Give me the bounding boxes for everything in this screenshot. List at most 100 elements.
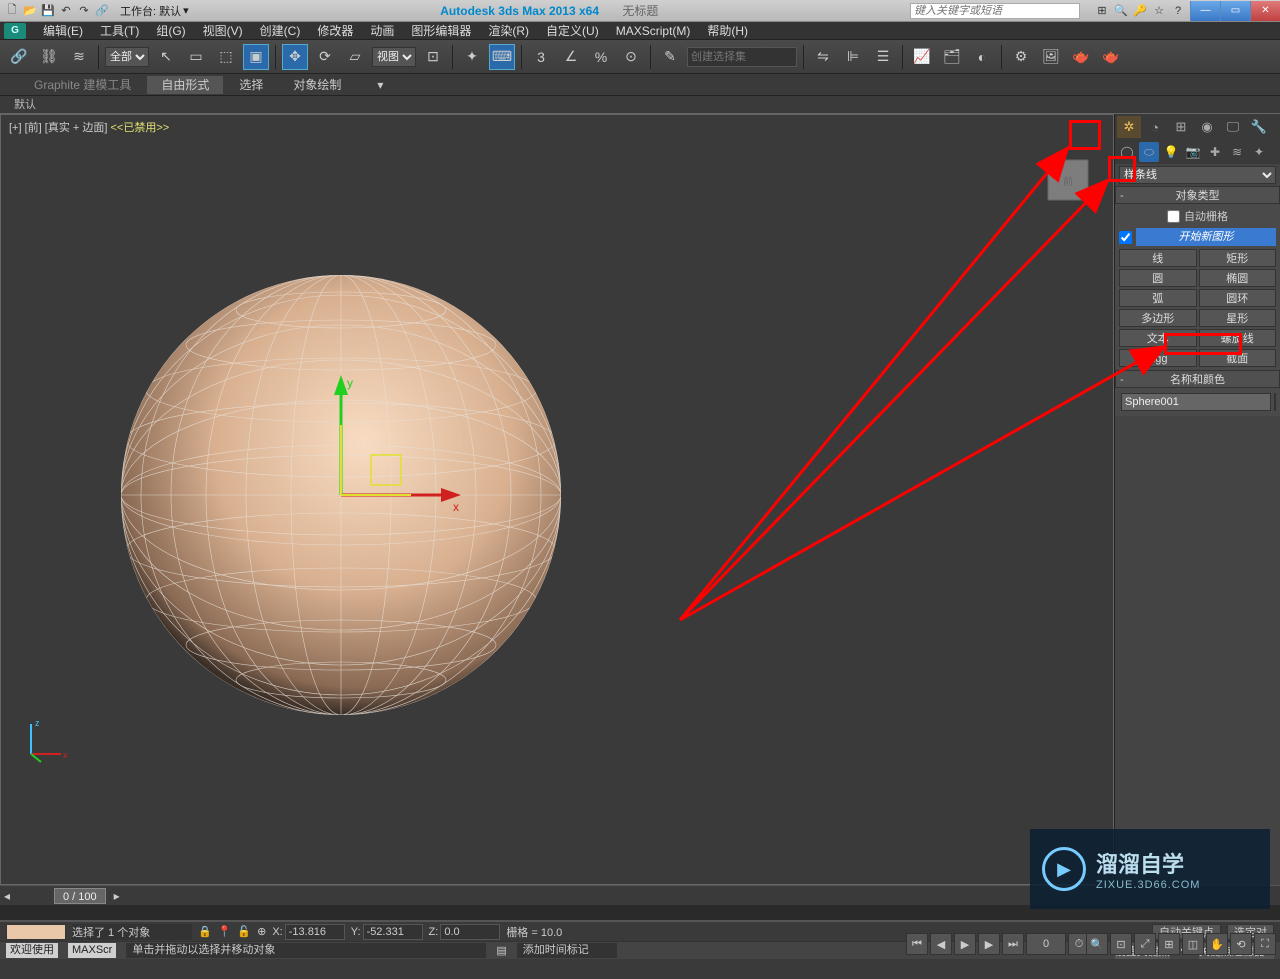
qat-redo-icon[interactable]: ↷	[76, 3, 92, 19]
favorite-icon[interactable]: ☆	[1151, 3, 1167, 19]
select-name-icon[interactable]: ▭	[183, 44, 209, 70]
menu-tools[interactable]: 工具(T)	[92, 23, 147, 39]
render-setup-icon[interactable]: ⚙	[1008, 44, 1034, 70]
rotate-icon[interactable]: ⟳	[312, 44, 338, 70]
shapes-cat-icon[interactable]: ⬭	[1139, 142, 1159, 162]
y-coord-input[interactable]	[363, 924, 423, 940]
ribbon-tab-paint[interactable]: 对象绘制	[279, 76, 355, 94]
z-coord-input[interactable]	[440, 924, 500, 940]
viewport-label[interactable]: [+] [前] [真实 + 边面] <<已禁用>>	[9, 119, 169, 135]
menu-create[interactable]: 创建(C)	[252, 23, 309, 39]
ref-coord-dd[interactable]: 视图	[372, 47, 416, 67]
star-button[interactable]: 星形	[1199, 309, 1277, 327]
minimize-button[interactable]: —	[1190, 1, 1220, 21]
layers-icon[interactable]: ☰	[870, 44, 896, 70]
utilities-tab-icon[interactable]: 🔧	[1247, 116, 1271, 138]
hierarchy-tab-icon[interactable]: ⊞	[1169, 116, 1193, 138]
systems-cat-icon[interactable]: ✦	[1249, 142, 1269, 162]
play-icon[interactable]: ▶	[954, 933, 976, 955]
rollout-object-type[interactable]: -对象类型	[1115, 186, 1280, 204]
qat-save-icon[interactable]: 💾	[40, 3, 56, 19]
zoom-extents-icon[interactable]: ⤢	[1134, 933, 1156, 955]
line-button[interactable]: 线	[1119, 249, 1197, 267]
lights-cat-icon[interactable]: 💡	[1161, 142, 1181, 162]
category-dropdown[interactable]: 样条线	[1119, 166, 1276, 184]
search-icon[interactable]: 🔍	[1113, 3, 1129, 19]
viewcube[interactable]: 前	[1033, 145, 1103, 215]
lock-icon[interactable]: 🔒	[198, 925, 212, 938]
render-icon[interactable]: 🫖	[1068, 44, 1094, 70]
object-name-input[interactable]	[1121, 393, 1271, 411]
x-coord-input[interactable]	[285, 924, 345, 940]
mirror-icon[interactable]: ⇋	[810, 44, 836, 70]
max-toggle-icon[interactable]: ⛶	[1254, 933, 1276, 955]
bind-icon[interactable]: ≋	[66, 44, 92, 70]
menu-customize[interactable]: 自定义(U)	[538, 23, 607, 39]
link-icon[interactable]: 🔗	[6, 44, 32, 70]
time-tag[interactable]: 添加时间标记	[517, 943, 617, 958]
orbit-icon[interactable]: ⟲	[1230, 933, 1252, 955]
unlink-icon[interactable]: ⛓	[36, 44, 62, 70]
start-new-checkbox[interactable]	[1119, 231, 1132, 244]
display-tab-icon[interactable]: 🖵	[1221, 116, 1245, 138]
named-selection-input[interactable]	[687, 47, 797, 67]
move-icon[interactable]: ✥	[282, 44, 308, 70]
manipulate-icon[interactable]: ✦	[459, 44, 485, 70]
viewport-sphere[interactable]: y x	[61, 215, 621, 775]
ngon-button[interactable]: 多边形	[1119, 309, 1197, 327]
cameras-cat-icon[interactable]: 📷	[1183, 142, 1203, 162]
rectangle-button[interactable]: 矩形	[1199, 249, 1277, 267]
menu-grapheditor[interactable]: 图形编辑器	[403, 23, 479, 39]
window-crossing-icon[interactable]: ▣	[243, 44, 269, 70]
render-frame-icon[interactable]: 🖼	[1038, 44, 1064, 70]
curve-editor-icon[interactable]: 📈	[909, 44, 935, 70]
next-frame-icon[interactable]: ▶	[978, 933, 1000, 955]
timeline-prev-icon[interactable]: ◂	[0, 889, 14, 903]
qat-link-icon[interactable]: 🔗	[94, 3, 110, 19]
align-icon[interactable]: ⊫	[840, 44, 866, 70]
menu-group[interactable]: 组(G)	[148, 23, 193, 39]
select-region-icon[interactable]: ⬚	[213, 44, 239, 70]
object-color-swatch[interactable]	[1274, 393, 1276, 411]
help-icon[interactable]: ?	[1170, 3, 1186, 19]
schematic-icon[interactable]: 🗂	[939, 44, 965, 70]
create-tab-icon[interactable]: ✲	[1117, 116, 1141, 138]
spinner-snap-icon[interactable]: ⊙	[618, 44, 644, 70]
timeline-next-icon[interactable]: ▸	[110, 889, 124, 903]
ribbon-tab-select[interactable]: 选择	[225, 76, 277, 94]
render-prod-icon[interactable]: 🫖	[1098, 44, 1124, 70]
menu-maxscript[interactable]: MAXScript(M)	[608, 23, 699, 39]
ellipse-button[interactable]: 椭圆	[1199, 269, 1277, 287]
spacewarps-cat-icon[interactable]: ≋	[1227, 142, 1247, 162]
infocenter-icon[interactable]: ⊞	[1094, 3, 1110, 19]
text-button[interactable]: 文本	[1119, 329, 1197, 347]
pivot-icon[interactable]: ⊡	[420, 44, 446, 70]
select-icon[interactable]: ↖	[153, 44, 179, 70]
pan-icon[interactable]: ✋	[1206, 933, 1228, 955]
goto-start-icon[interactable]: ⏮	[906, 933, 928, 955]
menu-animation[interactable]: 动画	[362, 23, 402, 39]
section-button[interactable]: 截面	[1199, 349, 1277, 367]
scale-icon[interactable]: ▱	[342, 44, 368, 70]
rollout-name-color[interactable]: -名称和颜色	[1115, 370, 1280, 388]
maximize-button[interactable]: ▭	[1220, 1, 1250, 21]
close-button[interactable]: ✕	[1250, 1, 1280, 21]
zoom-icon[interactable]: 🔍	[1086, 933, 1108, 955]
time-slider[interactable]: 0 / 100	[54, 888, 106, 904]
fov-icon[interactable]: ◫	[1182, 933, 1204, 955]
qat-open-icon[interactable]: 📂	[22, 3, 38, 19]
snap-angle-icon[interactable]: ∠	[558, 44, 584, 70]
current-frame-input[interactable]: 0	[1026, 933, 1066, 955]
ribbon-tab-graphite[interactable]: Graphite 建模工具	[20, 76, 145, 94]
start-new-shape-button[interactable]: 开始新图形	[1136, 228, 1276, 246]
helix-button[interactable]: 螺旋线	[1199, 329, 1277, 347]
egg-button[interactable]: Egg	[1119, 349, 1197, 367]
menu-view[interactable]: 视图(V)	[195, 23, 251, 39]
zoom-extents-all-icon[interactable]: ⊞	[1158, 933, 1180, 955]
edit-named-icon[interactable]: ✎	[657, 44, 683, 70]
snap-percent-icon[interactable]: %	[588, 44, 614, 70]
coord-mode-icon[interactable]: ⊕	[257, 925, 266, 938]
arc-button[interactable]: 弧	[1119, 289, 1197, 307]
geometry-cat-icon[interactable]: ◯	[1117, 142, 1137, 162]
ribbon-tab-freeform[interactable]: 自由形式	[147, 76, 223, 94]
